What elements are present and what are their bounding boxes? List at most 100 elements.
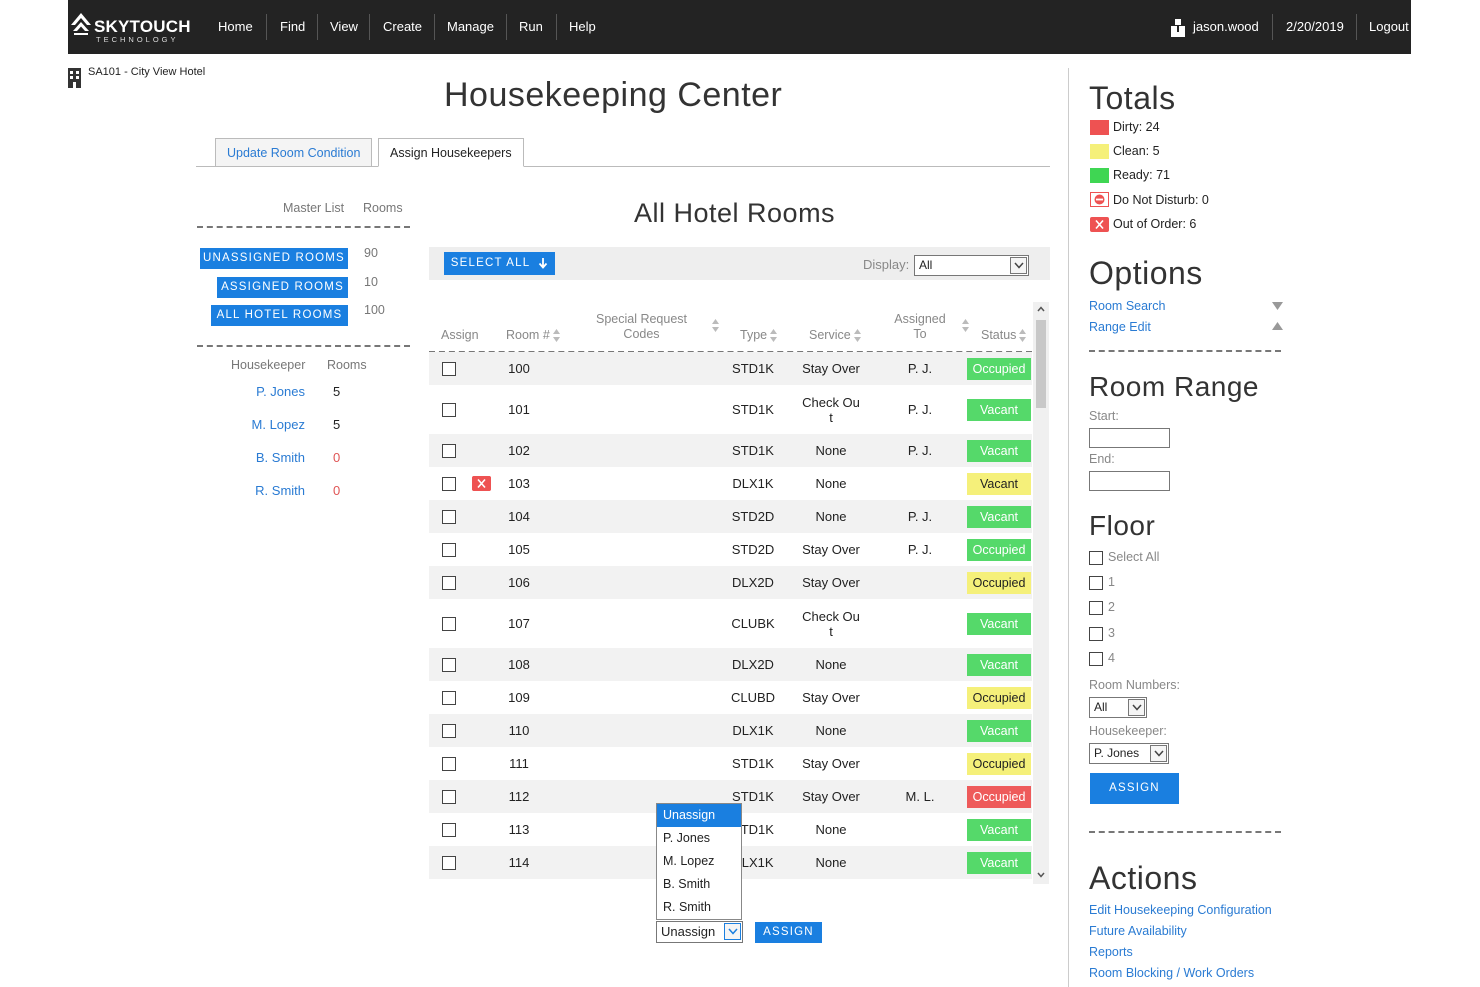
chevron-down-icon[interactable]	[1037, 872, 1045, 878]
do-not-disturb-total: Do Not Disturb: 0	[1113, 193, 1209, 207]
assign-checkbox[interactable]	[442, 542, 456, 557]
range-end-input[interactable]	[1089, 471, 1170, 491]
logout-link[interactable]: Logout	[1357, 17, 1421, 37]
assigned-to: M. L.	[905, 789, 935, 804]
top-nav-bar: SKYTOUCH TECHNOLOGY Home Find View Creat…	[68, 0, 1411, 54]
floor-2-checkbox[interactable]	[1089, 601, 1103, 615]
do-not-disturb-icon	[1090, 192, 1109, 207]
nav-create[interactable]: Create	[371, 17, 434, 37]
skytouch-logo[interactable]: SKYTOUCH TECHNOLOGY	[68, 8, 198, 46]
assign-checkbox[interactable]	[442, 789, 456, 804]
nav-separator	[369, 14, 370, 40]
col-type[interactable]: Type	[740, 328, 778, 343]
hotel-name: SA101 - City View Hotel	[88, 66, 206, 78]
totals-title: Totals	[1089, 80, 1176, 116]
assigned-rooms-button[interactable]: ASSIGNED ROOMS	[217, 277, 348, 298]
right-panel-divider	[1068, 68, 1069, 987]
room-numbers-select[interactable]: All	[1089, 697, 1147, 718]
room-number: 107	[508, 616, 530, 631]
floor-1-checkbox[interactable]	[1089, 576, 1103, 590]
status-badge: Occupied	[967, 785, 1031, 808]
sort-icon[interactable]	[712, 319, 719, 332]
col-special-line2: Codes	[623, 327, 660, 341]
room-number: 106	[508, 575, 530, 590]
housekeeper-link-r-smith[interactable]: R. Smith	[235, 483, 305, 498]
room-blocking-work-orders-link[interactable]: Room Blocking / Work Orders	[1089, 966, 1254, 980]
assign-checkbox[interactable]	[442, 616, 456, 631]
nav-find[interactable]: Find	[268, 17, 317, 37]
dirty-total: Dirty: 24	[1113, 120, 1160, 134]
room-search-link[interactable]: Room Search	[1089, 299, 1165, 313]
right-assign-button[interactable]: ASSIGN	[1090, 773, 1179, 804]
assign-checkbox[interactable]	[442, 402, 456, 417]
nav-manage[interactable]: Manage	[435, 17, 506, 37]
tab-update-room-condition[interactable]: Update Room Condition	[215, 138, 373, 167]
assign-checkbox[interactable]	[442, 756, 456, 771]
status-badge: Occupied	[967, 752, 1031, 775]
rooms-table: Assign Room # Special Request Codes Type…	[429, 302, 1050, 884]
housekeeper-dropdown-list[interactable]: Unassign P. Jones M. Lopez B. Smith R. S…	[656, 803, 742, 920]
unassigned-rooms-button[interactable]: UNASSIGNED ROOMS	[200, 248, 348, 269]
table-row: 109 CLUBD Stay Over Occupied	[429, 681, 1032, 714]
floor-4-checkbox[interactable]	[1089, 652, 1103, 666]
dropdown-option-r-smith[interactable]: R. Smith	[657, 896, 741, 919]
assign-checkbox[interactable]	[442, 723, 456, 738]
range-edit-link[interactable]: Range Edit	[1089, 320, 1151, 334]
col-special-line1: Special Request	[595, 312, 688, 326]
assign-checkbox[interactable]	[442, 443, 456, 458]
housekeeper-link-b-smith[interactable]: B. Smith	[235, 450, 305, 465]
assign-checkbox[interactable]	[442, 690, 456, 705]
scrollbar-thumb[interactable]	[1036, 320, 1046, 408]
dashed-divider	[197, 226, 410, 228]
user-name[interactable]: jason.wood	[1181, 17, 1271, 37]
col-service[interactable]: Service	[809, 328, 861, 343]
assigned-to: P. J.	[907, 402, 933, 417]
table-row: 106 DLX2D Stay Over Occupied	[429, 566, 1032, 599]
housekeeper-assign-select[interactable]: Unassign	[656, 921, 743, 943]
select-all-button[interactable]: SELECT ALL	[444, 252, 555, 275]
tab-assign-housekeepers[interactable]: Assign Housekeepers	[378, 138, 524, 167]
nav-home[interactable]: Home	[206, 17, 265, 37]
table-row: 110 DLX1K None Vacant	[429, 714, 1032, 747]
room-number: 114	[508, 855, 530, 870]
floor-select-all-checkbox[interactable]	[1089, 551, 1103, 565]
dropdown-option-unassign[interactable]: Unassign	[657, 804, 741, 827]
future-availability-link[interactable]: Future Availability	[1089, 924, 1187, 938]
assign-checkbox[interactable]	[442, 476, 456, 491]
caret-up-icon[interactable]	[1272, 322, 1283, 330]
reports-link[interactable]: Reports	[1089, 945, 1133, 959]
dropdown-option-b-smith[interactable]: B. Smith	[657, 873, 741, 896]
sort-icon[interactable]	[962, 319, 969, 332]
table-scrollbar[interactable]	[1033, 302, 1049, 884]
caret-down-icon[interactable]	[1272, 302, 1283, 310]
assign-checkbox[interactable]	[442, 509, 456, 524]
edit-housekeeping-configuration-link[interactable]: Edit Housekeeping Configuration	[1089, 903, 1272, 917]
clean-swatch	[1090, 144, 1109, 159]
floor-3-checkbox[interactable]	[1089, 627, 1103, 641]
assign-checkbox[interactable]	[442, 657, 456, 672]
assign-checkbox[interactable]	[442, 361, 456, 376]
nav-help[interactable]: Help	[557, 17, 608, 37]
housekeeper-link-m-lopez[interactable]: M. Lopez	[235, 417, 305, 432]
housekeeper-link-p-jones[interactable]: P. Jones	[235, 384, 305, 399]
range-start-input[interactable]	[1089, 428, 1170, 448]
assign-checkbox[interactable]	[442, 575, 456, 590]
assign-checkbox[interactable]	[442, 855, 456, 870]
housekeeper-select[interactable]: P. Jones	[1089, 743, 1169, 764]
all-hotel-rooms-button[interactable]: ALL HOTEL ROOMS	[211, 305, 348, 326]
service: Check Ou	[802, 394, 860, 410]
col-room-number[interactable]: Room #	[506, 328, 560, 343]
assigned-to: P. J.	[907, 361, 933, 376]
status-badge: Vacant	[967, 818, 1031, 841]
chevron-up-icon[interactable]	[1037, 306, 1045, 312]
dropdown-option-p-jones[interactable]: P. Jones	[657, 827, 741, 850]
nav-view[interactable]: View	[318, 17, 370, 37]
assign-checkbox[interactable]	[442, 822, 456, 837]
dropdown-option-m-lopez[interactable]: M. Lopez	[657, 850, 741, 873]
nav-run[interactable]: Run	[507, 17, 555, 37]
col-status[interactable]: Status	[981, 328, 1027, 343]
housekeeper-count: 0	[333, 483, 341, 498]
start-label: Start:	[1089, 409, 1119, 423]
assign-button[interactable]: ASSIGN	[755, 922, 822, 943]
display-select[interactable]: All	[914, 255, 1029, 276]
